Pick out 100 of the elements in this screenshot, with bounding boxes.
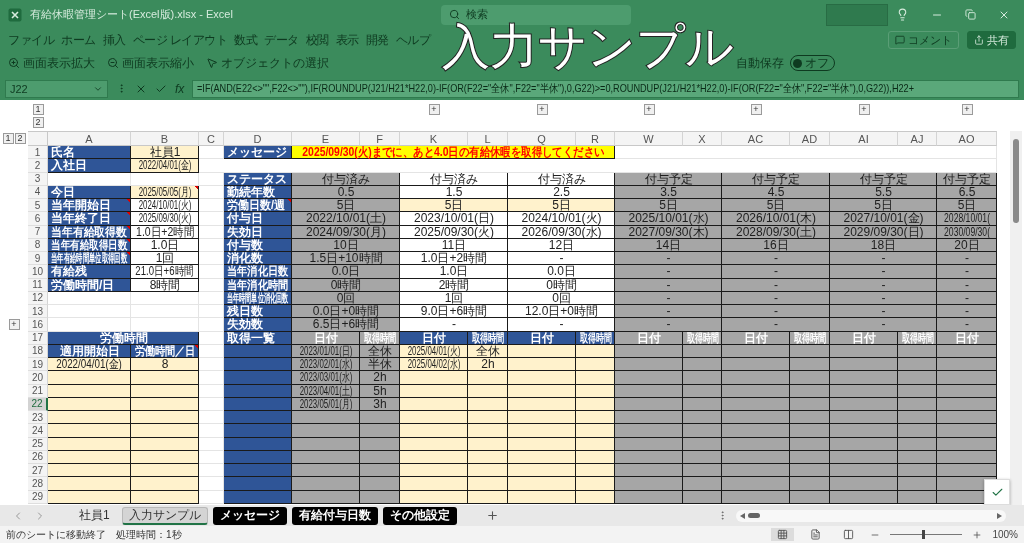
vertical-scrollbar[interactable] xyxy=(1010,131,1022,505)
table-cell xyxy=(131,371,199,385)
table-cell xyxy=(292,424,360,438)
table-cell xyxy=(683,477,722,491)
column-header[interactable]: Q xyxy=(508,131,576,146)
zoom-in-icon xyxy=(8,57,20,69)
add-sheet-icon[interactable] xyxy=(485,509,499,522)
share-button[interactable]: 共有 xyxy=(967,31,1016,49)
row-header[interactable]: 1 xyxy=(28,146,48,160)
table-cell xyxy=(898,411,937,425)
restore-icon[interactable] xyxy=(965,8,976,20)
table-cell xyxy=(576,358,615,372)
column-header[interactable]: K xyxy=(400,131,468,146)
column-header[interactable]: L xyxy=(468,131,508,146)
row-header[interactable]: 13 xyxy=(28,305,48,319)
sheet-tab[interactable]: メッセージ xyxy=(212,506,287,525)
table-cell xyxy=(224,358,292,372)
table-cell xyxy=(508,371,576,385)
expand-button[interactable]: + xyxy=(8,319,20,331)
column-header[interactable]: F xyxy=(360,131,400,146)
table-cell: 1回 xyxy=(131,252,199,266)
outline-level-button[interactable]: 2 xyxy=(14,133,26,144)
table-cell: - xyxy=(937,318,997,332)
column-header[interactable]: C xyxy=(199,131,224,146)
expand-button[interactable]: + xyxy=(643,104,655,115)
table-cell xyxy=(937,358,997,372)
zoom-in-icon[interactable] xyxy=(972,529,983,540)
horizontal-scrollbar[interactable] xyxy=(736,509,1006,522)
row-header[interactable]: 23 xyxy=(28,411,48,425)
column-header[interactable]: AJ xyxy=(898,131,937,146)
expand-button[interactable]: + xyxy=(428,104,440,115)
row-header[interactable]: 27 xyxy=(28,464,48,478)
column-header[interactable]: D xyxy=(224,131,292,146)
search-icon xyxy=(448,9,460,20)
row-header[interactable]: 16 xyxy=(28,318,48,332)
row-header[interactable]: 24 xyxy=(28,424,48,438)
outline-level-button[interactable]: 1 xyxy=(32,103,44,115)
column-header[interactable]: AD xyxy=(790,131,830,146)
sheet-tab[interactable]: 社員1 xyxy=(72,506,117,525)
sheet-tab[interactable]: その他設定 xyxy=(382,506,457,525)
row-header[interactable]: 20 xyxy=(28,371,48,385)
name-box[interactable]: J22 xyxy=(5,79,108,98)
column-header[interactable]: AO xyxy=(937,131,997,146)
table-cell xyxy=(131,424,199,438)
table-cell: 当年開始日 xyxy=(48,199,131,213)
zoom-level: 100% xyxy=(992,529,1018,540)
expand-button[interactable]: + xyxy=(536,104,548,115)
expand-button[interactable]: + xyxy=(750,104,762,115)
table-cell: 氏名 xyxy=(48,146,131,160)
expand-button[interactable]: + xyxy=(961,104,973,115)
table-cell xyxy=(937,464,997,478)
slider-thumb[interactable] xyxy=(921,530,925,539)
lightbulb-icon[interactable] xyxy=(896,8,909,21)
row-header[interactable]: 5 xyxy=(28,199,48,213)
table-cell xyxy=(576,371,615,385)
table-cell: 2h xyxy=(468,358,508,372)
column-header[interactable]: E xyxy=(292,131,360,146)
column-header[interactable]: AC xyxy=(722,131,790,146)
expand-button[interactable]: + xyxy=(858,104,870,115)
column-header[interactable]: X xyxy=(683,131,722,146)
scroll-thumb[interactable] xyxy=(748,513,760,518)
column-header[interactable]: AI xyxy=(830,131,898,146)
row-header[interactable]: 6 xyxy=(28,212,48,226)
table-cell: - xyxy=(937,305,997,319)
column-header[interactable]: B xyxy=(131,131,199,146)
table-cell: - xyxy=(508,318,615,332)
scroll-left-icon[interactable] xyxy=(740,512,745,519)
outline-level-button[interactable]: 1 xyxy=(2,133,14,144)
sheet-tab[interactable]: 入力サンプル xyxy=(121,506,208,525)
table-cell xyxy=(468,464,508,478)
table-cell xyxy=(683,411,722,425)
table-cell: - xyxy=(615,305,722,319)
table-cell: - xyxy=(830,265,937,279)
table-cell xyxy=(400,477,468,491)
table-cell: 12.0日+0時間 xyxy=(508,305,615,319)
table-cell xyxy=(790,464,830,478)
outline-level-button[interactable]: 2 xyxy=(32,116,44,128)
scroll-right-icon[interactable] xyxy=(997,512,1002,519)
table-cell xyxy=(790,411,830,425)
formula-field[interactable]: =IF(AND(E22<>"",F22<>""),IF(ROUNDUP(J21/H21*H22,0)-IF(OR(F22="全休",F22="半休"),0,G22)>=0,ROUNDUP(J21/H21*H22,0)-IF(OR(F22="全休",F22="半休"),0,G22)),H22+ xyxy=(192,79,1019,98)
row-header[interactable]: 28 xyxy=(28,477,48,491)
sheet-tab[interactable]: 有給付与日数 xyxy=(291,506,378,525)
normal-view-button[interactable] xyxy=(771,528,795,541)
column-header[interactable]: W xyxy=(615,131,683,146)
row-header[interactable]: 9 xyxy=(28,252,48,266)
row-header[interactable]: 10 xyxy=(28,265,48,279)
row-header[interactable]: 2 xyxy=(28,159,48,173)
row-header[interactable]: 19 xyxy=(28,358,48,372)
table-cell: 2026/10/01(木) xyxy=(722,212,830,226)
table-cell xyxy=(576,411,615,425)
table-cell: 5日 xyxy=(292,199,400,213)
table-cell xyxy=(722,358,790,372)
table-cell xyxy=(131,464,199,478)
column-header[interactable]: A xyxy=(48,131,131,146)
confirm-button[interactable] xyxy=(984,479,1010,505)
table-cell: 2028/10/01( xyxy=(937,212,997,226)
table-cell xyxy=(830,477,898,491)
table-cell xyxy=(830,424,898,438)
zoom-slider[interactable] xyxy=(890,530,963,539)
column-header[interactable]: R xyxy=(576,131,615,146)
